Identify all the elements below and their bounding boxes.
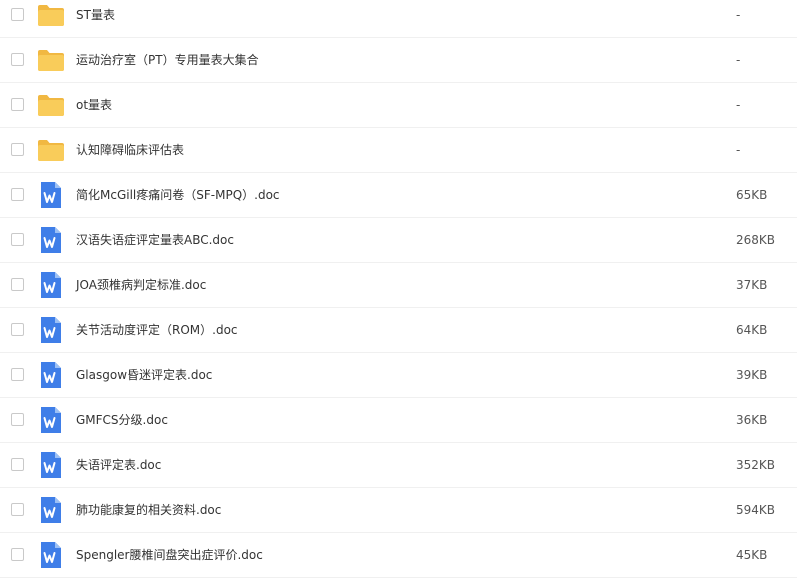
file-row[interactable]: JOA颈椎病判定标准.doc 37KB — [0, 263, 797, 308]
folder-icon — [37, 136, 65, 164]
file-size: - — [736, 53, 741, 67]
file-row[interactable]: Glasgow昏迷评定表.doc 39KB — [0, 353, 797, 398]
folder-icon — [37, 46, 65, 74]
file-row[interactable]: 肺功能康复的相关资料.doc 594KB — [0, 488, 797, 533]
row-checkbox[interactable] — [11, 548, 24, 561]
word-doc-icon — [37, 541, 65, 569]
file-name[interactable]: 认知障碍临床评估表 — [76, 128, 184, 173]
row-checkbox[interactable] — [11, 278, 24, 291]
row-checkbox[interactable] — [11, 233, 24, 246]
folder-icon — [37, 91, 65, 119]
row-checkbox[interactable] — [11, 143, 24, 156]
file-size: 36KB — [736, 413, 768, 427]
row-checkbox[interactable] — [11, 458, 24, 471]
word-doc-icon — [37, 316, 65, 344]
file-name[interactable]: ot量表 — [76, 83, 112, 128]
file-size: 64KB — [736, 323, 768, 337]
file-name[interactable]: Spengler腰椎间盘突出症评价.doc — [76, 533, 263, 578]
word-doc-icon — [37, 271, 65, 299]
file-row[interactable]: 认知障碍临床评估表 - — [0, 128, 797, 173]
file-row[interactable]: 关节活动度评定（ROM）.doc 64KB — [0, 308, 797, 353]
file-name[interactable]: 肺功能康复的相关资料.doc — [76, 488, 221, 533]
file-size: 268KB — [736, 233, 776, 247]
file-list: ST量表 - 运动治疗室（PT）专用量表大集合 - ot量表 - 认知障碍临床评… — [0, 0, 797, 578]
file-row[interactable]: 简化McGill疼痛问卷（SF-MPQ）.doc 65KB — [0, 173, 797, 218]
file-row[interactable]: ST量表 - — [0, 0, 797, 38]
word-doc-icon — [37, 451, 65, 479]
file-size: 65KB — [736, 188, 768, 202]
row-checkbox[interactable] — [11, 413, 24, 426]
file-row[interactable]: 汉语失语症评定量表ABC.doc 268KB — [0, 218, 797, 263]
file-name[interactable]: 简化McGill疼痛问卷（SF-MPQ）.doc — [76, 173, 280, 218]
file-name[interactable]: 失语评定表.doc — [76, 443, 161, 488]
file-size: - — [736, 98, 741, 112]
file-size: 352KB — [736, 458, 776, 472]
file-name[interactable]: 运动治疗室（PT）专用量表大集合 — [76, 38, 259, 83]
file-size: - — [736, 143, 741, 157]
file-size: 37KB — [736, 278, 768, 292]
file-name[interactable]: 关节活动度评定（ROM）.doc — [76, 308, 238, 353]
file-row[interactable]: ot量表 - — [0, 83, 797, 128]
file-row[interactable]: 运动治疗室（PT）专用量表大集合 - — [0, 38, 797, 83]
row-checkbox[interactable] — [11, 53, 24, 66]
word-doc-icon — [37, 496, 65, 524]
file-name[interactable]: Glasgow昏迷评定表.doc — [76, 353, 212, 398]
word-doc-icon — [37, 406, 65, 434]
file-name[interactable]: GMFCS分级.doc — [76, 398, 168, 443]
file-row[interactable]: GMFCS分级.doc 36KB — [0, 398, 797, 443]
file-name[interactable]: 汉语失语症评定量表ABC.doc — [76, 218, 234, 263]
file-row[interactable]: 失语评定表.doc 352KB — [0, 443, 797, 488]
file-size: - — [736, 8, 741, 22]
row-checkbox[interactable] — [11, 8, 24, 21]
file-row[interactable]: Spengler腰椎间盘突出症评价.doc 45KB — [0, 533, 797, 578]
row-checkbox[interactable] — [11, 98, 24, 111]
folder-icon — [37, 1, 65, 29]
file-name[interactable]: ST量表 — [76, 0, 115, 38]
word-doc-icon — [37, 361, 65, 389]
file-size: 594KB — [736, 503, 776, 517]
file-size: 39KB — [736, 368, 768, 382]
row-checkbox[interactable] — [11, 368, 24, 381]
word-doc-icon — [37, 181, 65, 209]
row-checkbox[interactable] — [11, 503, 24, 516]
file-size: 45KB — [736, 548, 768, 562]
word-doc-icon — [37, 226, 65, 254]
row-checkbox[interactable] — [11, 188, 24, 201]
row-checkbox[interactable] — [11, 323, 24, 336]
file-name[interactable]: JOA颈椎病判定标准.doc — [76, 263, 206, 308]
